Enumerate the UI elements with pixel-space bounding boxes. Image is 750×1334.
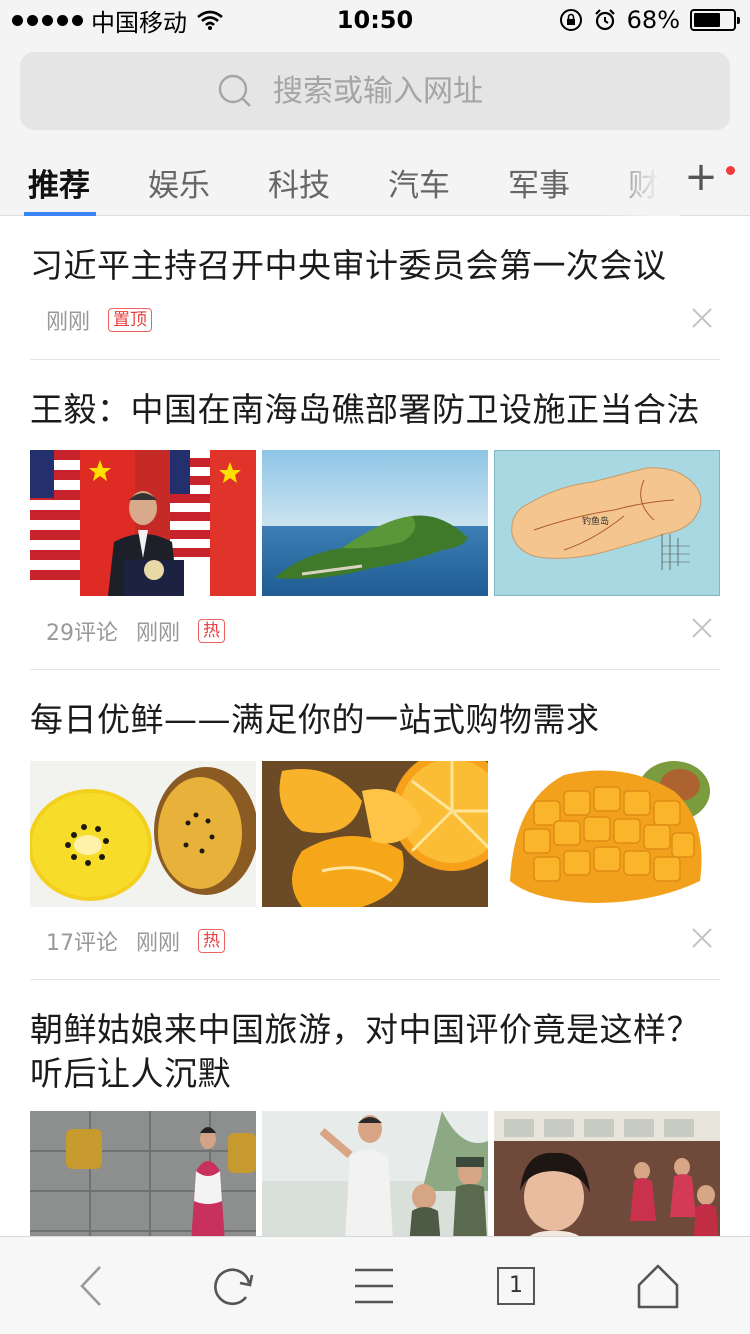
train-photo[interactable] (494, 1111, 720, 1236)
news-item[interactable]: 习近平主持召开中央审计委员会第一次会议 (30, 244, 720, 288)
back-button[interactable] (66, 1261, 116, 1311)
news-time: 刚刚 (46, 310, 91, 335)
back-icon (80, 1266, 101, 1306)
bottom-toolbar: 1 (0, 1236, 750, 1334)
wifi-icon (197, 10, 223, 30)
island-map[interactable]: 钓鱼岛 (494, 450, 720, 596)
close-icon[interactable] (690, 306, 714, 330)
news-title-line: 听后让人沉默 (30, 1054, 231, 1093)
pinned-badge: 置顶 (108, 308, 153, 332)
channel-tabs: 推荐 娱乐 科技 汽车 军事 财 + (0, 148, 750, 216)
tab-count: 1 (497, 1267, 535, 1305)
news-images[interactable] (30, 761, 720, 907)
add-channel-icon[interactable]: + (682, 157, 720, 198)
refresh-icon (214, 1268, 254, 1306)
home-button[interactable] (633, 1261, 683, 1311)
news-images[interactable] (30, 1111, 720, 1236)
search-icon (218, 74, 251, 107)
news-meta: 刚刚 置顶 (46, 304, 153, 336)
rotation-lock-icon (559, 9, 582, 31)
news-meta: 17评论 刚刚 热 (46, 925, 226, 957)
island-photo[interactable] (262, 450, 488, 596)
carrier-name: 中国移动 (91, 8, 187, 37)
news-title[interactable]: 朝鲜姑娘来中国旅游，对中国评价竟是这样？ 听后让人沉默 (30, 1008, 720, 1096)
news-meta: 29评论 刚刚 热 (46, 615, 226, 647)
status-bar: 中国移动 10:50 68% (0, 0, 750, 40)
refresh-button[interactable] (208, 1261, 258, 1311)
news-title-line: 朝鲜姑娘来中国旅游，对中国评价竟是这样？ (30, 1010, 700, 1049)
menu-button[interactable] (349, 1261, 399, 1311)
search-bar[interactable] (20, 52, 730, 130)
comment-count: 17评论 (46, 931, 118, 956)
mango-photo[interactable] (494, 761, 720, 907)
search-input[interactable] (273, 73, 533, 109)
battery-icon (690, 9, 740, 31)
menu-icon (355, 1268, 393, 1304)
divider (30, 359, 720, 360)
divider (30, 979, 720, 980)
news-title[interactable]: 习近平主持召开中央审计委员会第一次会议 (30, 244, 720, 288)
notification-dot (726, 166, 735, 175)
news-time: 刚刚 (136, 621, 181, 646)
close-icon[interactable] (690, 926, 714, 950)
tabs-button[interactable]: 1 (491, 1261, 541, 1311)
tourists-photo[interactable] (262, 1111, 488, 1236)
news-title[interactable]: 王毅：中国在南海岛礁部署防卫设施正当合法 (30, 388, 720, 432)
comment-count: 29评论 (46, 621, 118, 646)
hot-badge: 热 (198, 929, 226, 953)
news-images[interactable]: 钓鱼岛 (30, 450, 720, 596)
tab-recommended[interactable]: 推荐 (28, 160, 90, 205)
tab-entertainment[interactable]: 娱乐 (148, 160, 210, 205)
traveler-photo[interactable] (30, 1111, 256, 1236)
divider (30, 669, 720, 670)
tab-military[interactable]: 军事 (508, 160, 570, 205)
browser-header: 推荐 娱乐 科技 汽车 军事 财 + (0, 40, 750, 216)
battery-percent: 68% (626, 6, 680, 34)
news-item[interactable]: 每日优鲜——满足你的一站式购物需求 (30, 698, 720, 742)
hot-badge: 热 (198, 619, 226, 643)
news-time: 刚刚 (136, 931, 181, 956)
orange-photo[interactable] (262, 761, 488, 907)
signal-strength-icon (12, 14, 83, 26)
map-label: 钓鱼岛 (582, 515, 609, 527)
news-title[interactable]: 每日优鲜——满足你的一站式购物需求 (30, 698, 720, 742)
home-icon (637, 1264, 679, 1309)
tab-fade (600, 148, 680, 216)
close-icon[interactable] (690, 616, 714, 640)
tab-auto[interactable]: 汽车 (388, 160, 450, 205)
news-feed[interactable]: 习近平主持召开中央审计委员会第一次会议 刚刚 置顶 王毅：中国在南海岛礁部署防卫… (0, 216, 750, 1236)
news-item[interactable]: 朝鲜姑娘来中国旅游，对中国评价竟是这样？ 听后让人沉默 (30, 1008, 720, 1096)
tab-technology[interactable]: 科技 (268, 160, 330, 205)
press-conference-photo[interactable] (30, 450, 256, 596)
alarm-icon (594, 9, 615, 31)
news-item[interactable]: 王毅：中国在南海岛礁部署防卫设施正当合法 (30, 388, 720, 432)
kiwi-photo[interactable] (30, 761, 256, 907)
